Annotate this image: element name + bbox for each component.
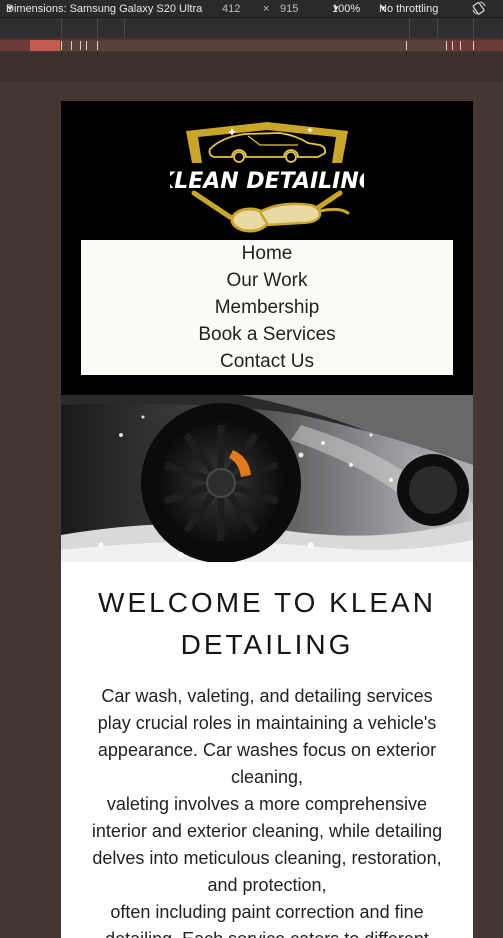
chevron-down-icon: ▼	[332, 4, 340, 13]
device-height-input[interactable]: 915	[280, 0, 298, 18]
intro-line: delves into meticulous cleaning, restora…	[92, 848, 442, 868]
media-query-bar[interactable]	[0, 40, 503, 51]
klean-detailing-logo[interactable]: KLEAN DETAILING	[170, 119, 364, 234]
dimension-separator: ×	[263, 3, 270, 15]
main-nav: Home Our Work Membership Book a Services…	[81, 240, 453, 375]
page-title: WELCOME TO KLEAN DETAILING	[67, 582, 467, 666]
intro-line: play crucial roles in maintaining a vehi…	[97, 713, 437, 733]
page-title-line-1: WELCOME TO KLEAN	[98, 587, 436, 618]
device-frame-area	[0, 52, 503, 83]
nav-item-book-services[interactable]: Book a Services	[81, 321, 453, 348]
intro-line: interior and exterior cleaning, while de…	[91, 821, 443, 841]
nav-item-home[interactable]: Home	[81, 240, 453, 267]
intro-line: appearance. Car washes focus on exterior	[97, 740, 437, 760]
chevron-down-icon: ▼	[379, 4, 387, 13]
devtools-device-toolbar: Dimensions: Samsung Galaxy S20 Ultra ▼ 4…	[0, 0, 503, 18]
hero-image-car-wash	[61, 395, 473, 562]
page-title-line-2: DETAILING	[180, 629, 354, 660]
intro-paragraph: Car wash, valeting, and detailing servic…	[67, 683, 467, 938]
nav-item-contact-us[interactable]: Contact Us	[81, 348, 453, 375]
intro-line: detailing. Each service caters to differ…	[67, 926, 467, 938]
throttling-label: No throttling	[379, 3, 439, 15]
nav-item-our-work[interactable]: Our Work	[81, 267, 453, 294]
intro-line: Car wash, valeting, and detailing servic…	[101, 686, 433, 706]
intro-line: cleaning,	[230, 767, 304, 787]
intro-line: often including paint correction and fin…	[110, 902, 424, 922]
intro-line: valeting involves a more comprehensive	[106, 794, 428, 814]
logo-wordmark: KLEAN DETAILING	[170, 169, 364, 194]
emulated-page-viewport: KLEAN DETAILING Home Our Work Membership…	[61, 101, 473, 938]
rotate-icon[interactable]	[472, 1, 486, 15]
device-width-input[interactable]: 412	[222, 0, 240, 18]
intro-line: and protection,	[207, 875, 327, 895]
chevron-down-icon: ▼	[6, 4, 14, 13]
nav-item-membership[interactable]: Membership	[81, 294, 453, 321]
device-name-label: Dimensions: Samsung Galaxy S20 Ultra	[6, 3, 203, 15]
device-ruler	[0, 18, 503, 38]
site-header: KLEAN DETAILING Home Our Work Membership…	[61, 101, 473, 395]
